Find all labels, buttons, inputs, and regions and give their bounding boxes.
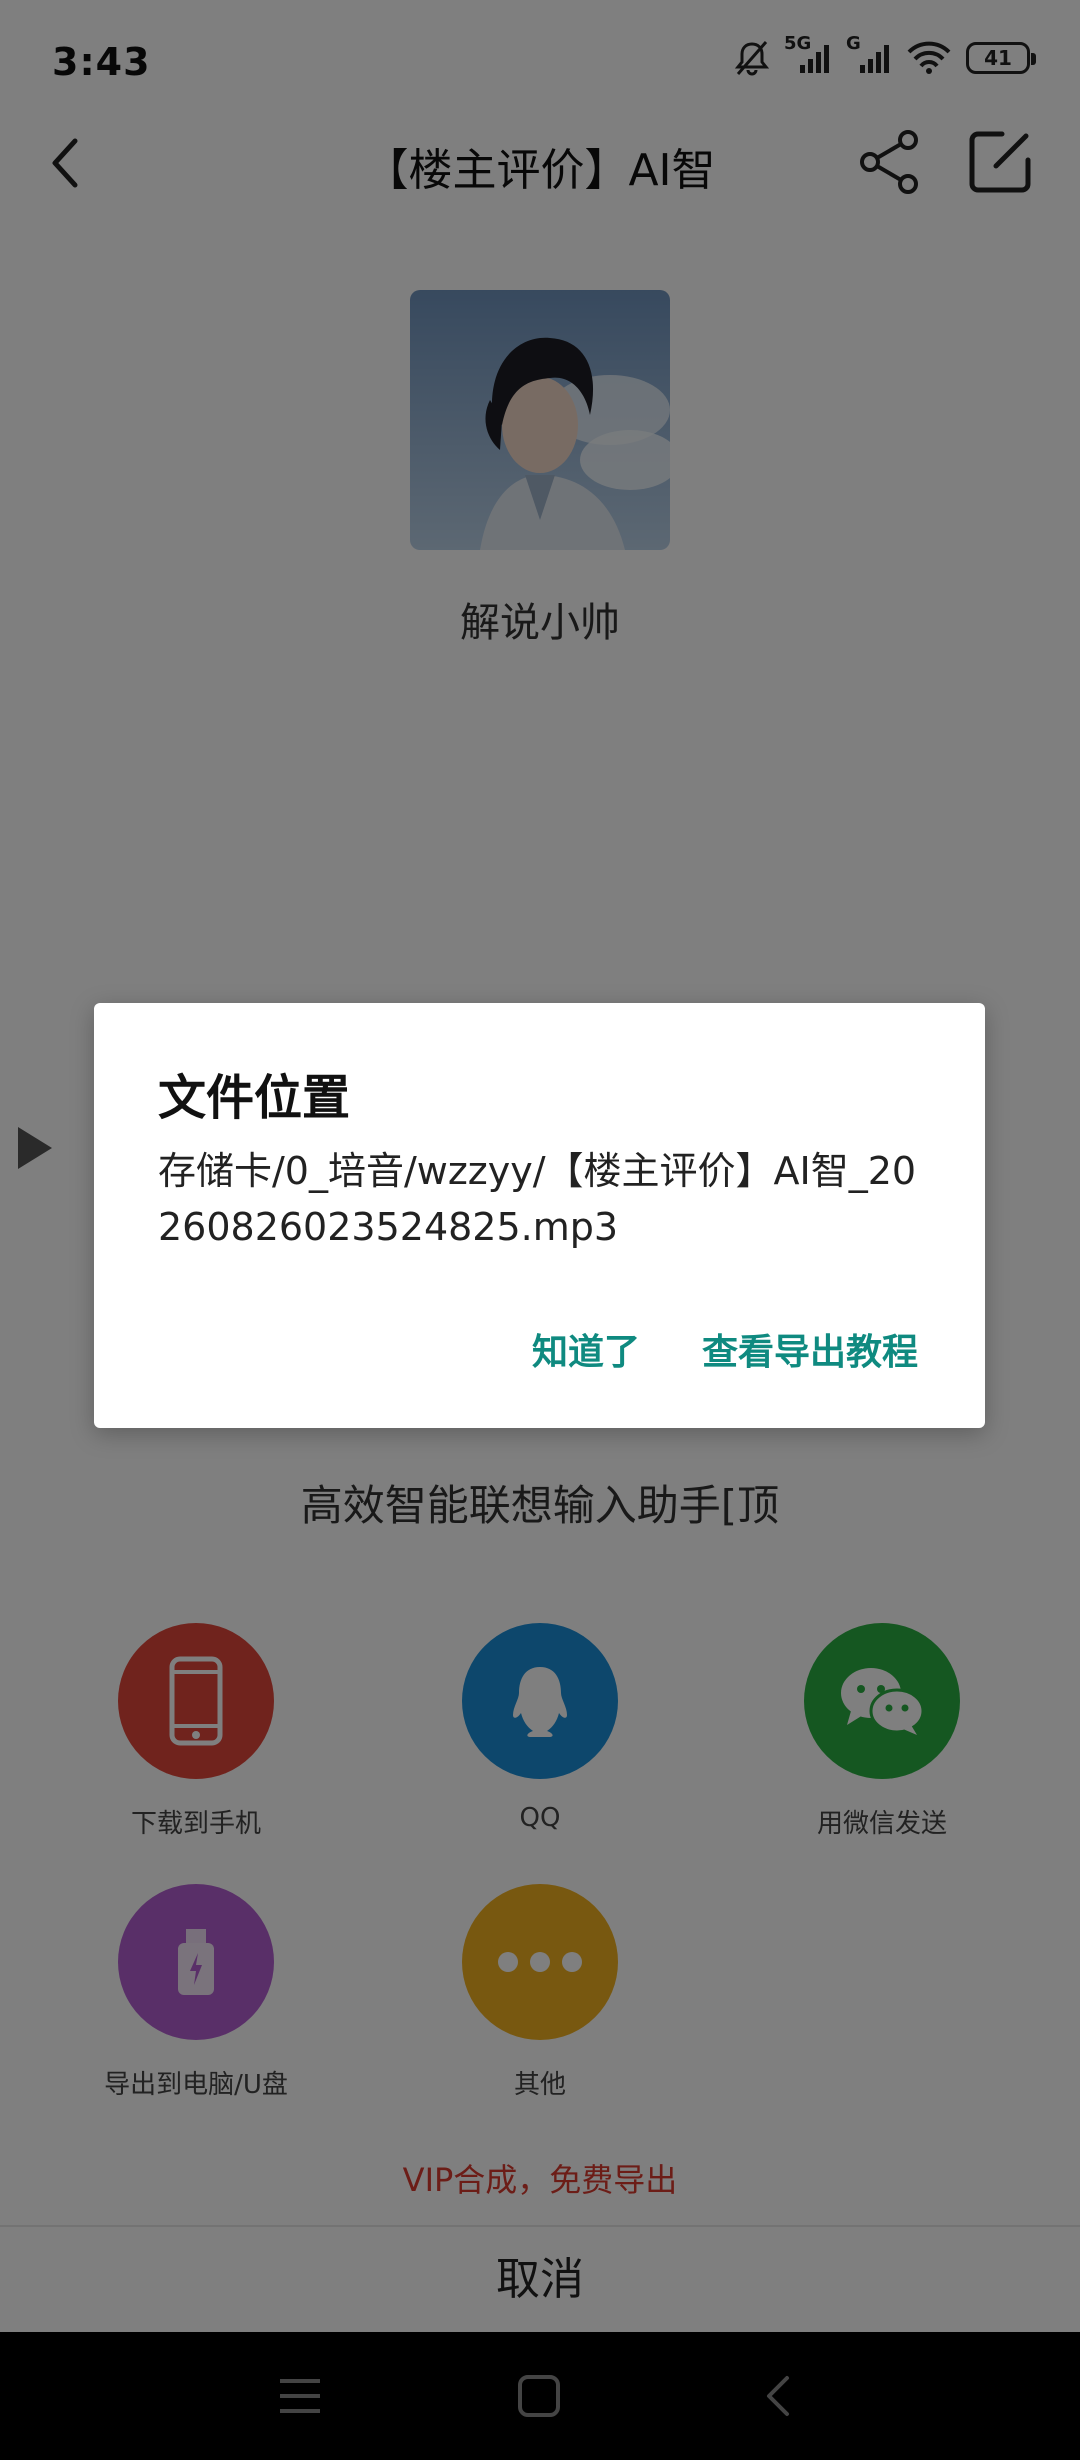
- nav-back-button[interactable]: [748, 2366, 808, 2426]
- menu-icon: [280, 2379, 320, 2413]
- dialog-file-path: 存储卡/0_培音/wzzyy/【楼主评价】AI智_202608260235248…: [158, 1149, 917, 1249]
- dialog-ok-button[interactable]: 知道了: [532, 1323, 640, 1375]
- file-location-dialog: 文件位置 存储卡/0_培音/wzzyy/【楼主评价】AI智_2026082602…: [94, 1003, 985, 1428]
- nav-home-button[interactable]: [509, 2366, 569, 2426]
- chevron-left-icon: [767, 2376, 789, 2416]
- nav-menu-button[interactable]: [270, 2366, 330, 2426]
- dialog-tutorial-button[interactable]: 查看导出教程: [702, 1323, 918, 1375]
- home-square-icon: [518, 2375, 560, 2417]
- system-nav-bar: [0, 2332, 1080, 2460]
- dialog-title: 文件位置: [158, 1070, 351, 1126]
